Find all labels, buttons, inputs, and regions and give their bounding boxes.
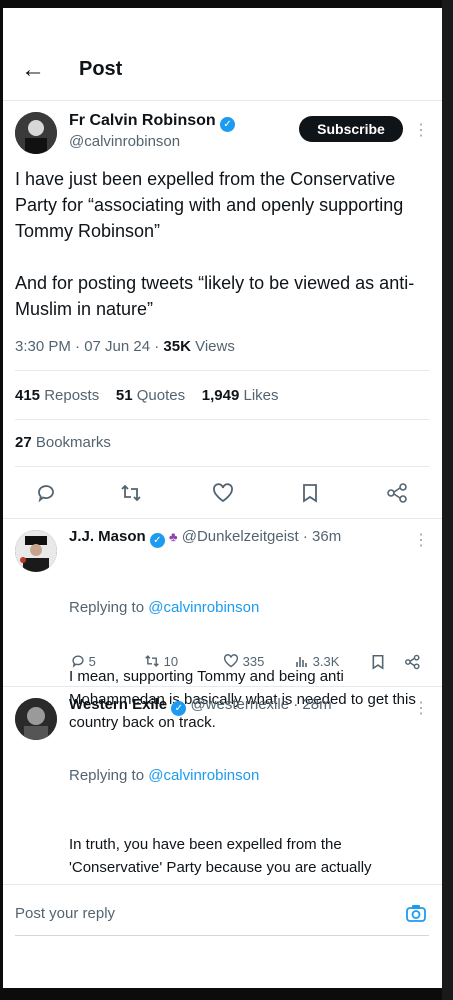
reply-header: J.J. Mason ✓ ♣ @Dunkelzeitgeist · 36m [69,528,341,548]
reply-repost-count[interactable]: 10 [144,654,178,669]
author-avatar[interactable] [15,112,57,154]
replying-to: Replying to @calvinrobinson [69,599,260,616]
verified-badge-icon: ✓ [220,117,236,132]
reply-view-count[interactable]: 3.3K [295,654,339,669]
reply-avatar[interactable] [15,530,57,572]
reply-like-count[interactable]: 335 [223,654,264,669]
reply-input[interactable]: Post your reply [15,905,115,922]
post-screen: ← Post Fr Calvin Robinson ✓ @calvinrobin… [3,8,442,988]
reply-author-name[interactable]: Western Exile [69,696,167,713]
affiliate-badge-icon: ♣ [169,529,178,544]
reply-author-name[interactable]: J.J. Mason [69,528,146,545]
reply-avatar[interactable] [15,698,57,740]
post-timestamp: 3:30 PM · 07 Jun 24 · [15,338,164,355]
avatar-image [15,698,57,740]
bookmarks-stat[interactable]: 27 Bookmarks [15,434,111,451]
divider [15,370,429,371]
reply-header: Western Exile ✓ @westernexile · 28m [69,696,332,716]
replying-to-link[interactable]: @calvinrobinson [148,599,259,616]
bookmark-icon[interactable] [371,654,385,673]
more-options-icon[interactable]: ⋮ [413,698,429,718]
like-icon[interactable] [212,483,234,508]
more-options-icon[interactable]: ⋮ [413,530,429,550]
replying-to: Replying to @calvinrobinson [69,767,260,784]
views-count: 35K [163,338,191,355]
verified-badge-icon: ✓ [149,533,165,548]
reply-handle-time[interactable]: @Dunkelzeitgeist · 36m [182,528,341,545]
author-name[interactable]: Fr Calvin Robinson [69,112,216,129]
author-handle[interactable]: @calvinrobinson [69,133,180,150]
verified-badge-icon: ✓ [171,701,187,716]
reposts-stat[interactable]: 415 Reposts [15,387,99,404]
repost-icon[interactable] [120,483,142,508]
replying-to-link[interactable]: @calvinrobinson [148,767,259,784]
divider [3,518,442,519]
share-icon[interactable] [405,654,421,673]
quotes-stat[interactable]: 51 Quotes [116,387,185,404]
reply-composer: Post your reply [3,884,442,988]
top-bar: ← Post [3,8,442,101]
post-meta: 3:30 PM · 07 Jun 24 · 35K Views [15,338,235,355]
divider [3,686,442,687]
share-icon[interactable] [387,483,409,508]
divider [15,419,429,420]
likes-stat[interactable]: 1,949 Likes [202,387,279,404]
divider [15,466,429,467]
bookmark-icon[interactable] [301,483,319,508]
reply-actions: 5 10 335 3.3K [71,654,423,674]
reply-reply-count[interactable]: 5 [71,654,96,669]
post-text: I have just been expelled from the Conse… [15,169,415,319]
device-edge [442,0,453,1000]
avatar-image [15,112,57,154]
reply-icon[interactable] [36,483,56,508]
back-arrow-icon[interactable]: ← [21,58,45,82]
page-title: Post [79,58,123,80]
reply-handle-time[interactable]: @westernexile · 28m [190,696,331,713]
more-options-icon[interactable]: ⋮ [413,120,429,140]
subscribe-button[interactable]: Subscribe [299,116,403,142]
views-label: Views [190,338,235,355]
avatar-image [15,530,57,572]
engagement-stats: 415 Reposts 51 Quotes 1,949 Likes [15,387,279,404]
author-name-row[interactable]: Fr Calvin Robinson ✓ [69,112,236,132]
composer-underline [15,935,429,936]
camera-icon[interactable] [405,903,427,928]
